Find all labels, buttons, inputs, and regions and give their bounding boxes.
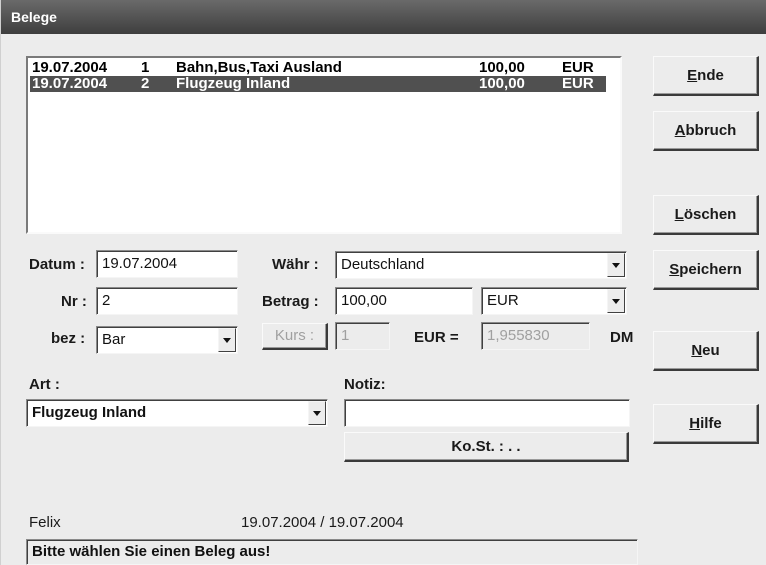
chevron-down-icon[interactable] bbox=[607, 253, 625, 277]
list-item-date: 19.07.2004 bbox=[32, 59, 108, 76]
list-item-nr: 2 bbox=[141, 75, 150, 92]
chevron-down-icon[interactable] bbox=[607, 289, 625, 313]
loeschen-button-hotkey: L bbox=[674, 206, 684, 223]
list-item-description: Flugzeug Inland bbox=[176, 75, 291, 92]
abbruch-button-hotkey: A bbox=[674, 122, 686, 139]
hilfe-button-label: ilfe bbox=[700, 415, 722, 432]
list-item-description: Bahn,Bus,Taxi Ausland bbox=[176, 59, 342, 76]
list-item-amount: 100,00 bbox=[479, 75, 525, 92]
list-item-nr: 1 bbox=[141, 59, 150, 76]
kurs-button[interactable]: Kurs : bbox=[262, 323, 328, 350]
abbruch-button[interactable]: Abbruch bbox=[653, 111, 759, 151]
status-bar: Bitte wählen Sie einen Beleg aus! bbox=[26, 539, 638, 565]
speichern-button-label: peichern bbox=[679, 261, 742, 278]
waehr-select-value: Deutschland bbox=[341, 256, 425, 273]
hilfe-button[interactable]: Hilfe bbox=[653, 404, 759, 444]
neu-button-label: eu bbox=[702, 342, 720, 359]
waehr-label: Währ : bbox=[272, 256, 319, 273]
chevron-down-icon[interactable] bbox=[218, 328, 236, 352]
list-item-amount: 100,00 bbox=[479, 59, 525, 76]
betrag-label: Betrag : bbox=[262, 293, 319, 310]
waehr-select[interactable]: Deutschland bbox=[335, 251, 627, 279]
date-range: 19.07.2004 / 19.07.2004 bbox=[241, 514, 404, 531]
user-name: Felix bbox=[29, 514, 61, 531]
currency-select[interactable]: EUR bbox=[481, 287, 627, 315]
datum-label: Datum : bbox=[29, 256, 85, 273]
ende-button-hotkey: E bbox=[687, 67, 698, 84]
bez-select[interactable]: Bar bbox=[96, 326, 238, 354]
notiz-field[interactable] bbox=[344, 399, 630, 427]
list-item-selected[interactable]: 19.07.2004 2 Flugzeug Inland 100,00 EUR bbox=[30, 76, 606, 92]
loeschen-button-label: öschen bbox=[683, 206, 737, 223]
speichern-button[interactable]: Speichern bbox=[653, 250, 759, 290]
list-item-date: 19.07.2004 bbox=[32, 75, 108, 92]
loeschen-button[interactable]: Löschen bbox=[653, 195, 759, 235]
hilfe-button-hotkey: H bbox=[689, 415, 701, 432]
art-select-value: Flugzeug Inland bbox=[32, 404, 147, 421]
belege-window: Belege 19.07.2004 1 Bahn,Bus,Taxi Auslan… bbox=[0, 0, 766, 565]
eur-equals-label: EUR = bbox=[414, 329, 459, 346]
notiz-label: Notiz: bbox=[344, 376, 386, 393]
receipt-list[interactable]: 19.07.2004 1 Bahn,Bus,Taxi Ausland 100,0… bbox=[26, 56, 622, 234]
abbruch-button-label: bbruch bbox=[685, 122, 737, 139]
currency-select-value: EUR bbox=[487, 292, 519, 309]
ende-button[interactable]: Ende bbox=[653, 56, 759, 96]
art-select[interactable]: Flugzeug Inland bbox=[26, 399, 328, 427]
neu-button-hotkey: N bbox=[691, 342, 703, 359]
bez-label: bez : bbox=[51, 330, 86, 347]
list-item-currency: EUR bbox=[562, 75, 594, 92]
rate-field[interactable]: 1,955830 bbox=[481, 322, 590, 350]
neu-button[interactable]: Neu bbox=[653, 331, 759, 371]
speichern-button-hotkey: S bbox=[669, 261, 680, 278]
bez-select-value: Bar bbox=[102, 331, 126, 348]
kurs-field[interactable]: 1 bbox=[335, 322, 390, 350]
ende-button-label: nde bbox=[697, 67, 724, 84]
betrag-field[interactable]: 100,00 bbox=[335, 287, 473, 315]
list-item-currency: EUR bbox=[562, 59, 594, 76]
nr-field[interactable]: 2 bbox=[96, 287, 238, 315]
dm-label: DM bbox=[610, 329, 634, 346]
chevron-down-icon[interactable] bbox=[308, 401, 326, 425]
art-label: Art : bbox=[29, 376, 60, 393]
list-item[interactable]: 19.07.2004 1 Bahn,Bus,Taxi Ausland 100,0… bbox=[30, 60, 606, 76]
nr-label: Nr : bbox=[61, 293, 87, 310]
window-title: Belege bbox=[1, 0, 766, 34]
kost-button[interactable]: Ko.St. : . . bbox=[344, 432, 629, 462]
datum-field[interactable]: 19.07.2004 bbox=[96, 250, 238, 278]
